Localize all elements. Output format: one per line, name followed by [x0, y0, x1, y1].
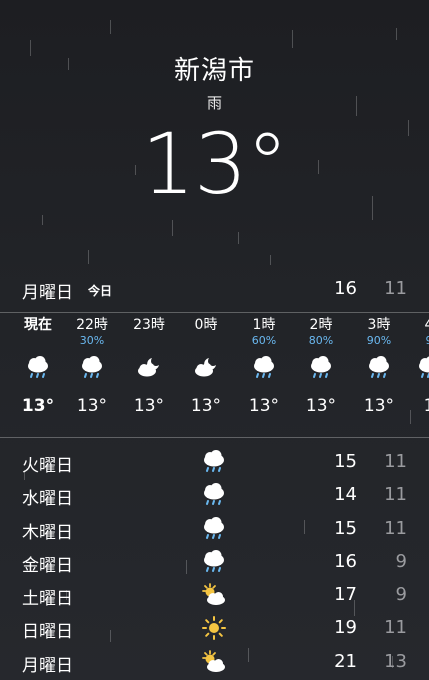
daily-forecast-list: 火曜日 15 11 水曜日 14 11 木曜日 15 11 金曜日 16 9 土…: [0, 446, 429, 679]
current-temperature: 13°: [141, 115, 289, 213]
weather-condition: 雨: [206, 94, 222, 112]
hour-precip: [12, 334, 64, 348]
daily-low: 9: [395, 584, 407, 606]
hour-temp: 13°: [21, 396, 55, 416]
hour-label: 23時: [133, 317, 165, 333]
daily-high: 21: [334, 650, 357, 672]
daily-day: 水曜日: [22, 489, 73, 510]
hourly-item-0: 0時 13°: [180, 316, 232, 416]
hour-label: 0時: [194, 317, 218, 333]
hour-temp: 13°: [133, 396, 165, 416]
hour-temp: 1: [423, 396, 429, 416]
hour-temp: 13°: [190, 396, 222, 416]
hour-temp: 13°: [248, 396, 280, 416]
hour-temp: 13°: [363, 396, 395, 416]
hour-precip: [123, 334, 175, 348]
partly-sunny-icon: [200, 648, 228, 676]
daily-day: 金曜日: [22, 555, 73, 576]
daily-row-wednesday: 水曜日 14 11: [0, 479, 429, 512]
hourly-item-2: 2時 80% 13°: [295, 316, 347, 416]
daily-high: 15: [334, 517, 357, 539]
daily-high: 14: [334, 484, 357, 506]
location-header: 新潟市 雨 13°: [0, 50, 429, 211]
today-day: 月曜日: [22, 283, 73, 303]
hourly-item-3: 3時 90% 13°: [353, 316, 405, 416]
daily-row-tuesday: 火曜日 15 11: [0, 446, 429, 479]
today-tag: 今日: [88, 284, 113, 298]
daily-row-thursday: 木曜日 15 11: [0, 513, 429, 546]
hour-label: 2時: [309, 317, 333, 333]
sun-icon: [200, 614, 228, 642]
hour-label: 3時: [367, 317, 391, 333]
hour-precip: 80%: [308, 334, 334, 347]
hour-label: 現在: [24, 317, 52, 333]
daily-day: 月曜日: [22, 655, 73, 676]
rain-cloud-icon: [238, 348, 290, 388]
daily-low: 11: [384, 484, 407, 506]
rain-cloud-icon: [200, 481, 228, 509]
daily-high: 17: [334, 584, 357, 606]
hour-label: 4: [424, 317, 429, 333]
daily-row-friday: 金曜日 16 9: [0, 546, 429, 579]
daily-day: 日曜日: [22, 622, 73, 643]
rain-cloud-icon: [12, 348, 64, 388]
daily-row-saturday: 土曜日 17 9: [0, 579, 429, 612]
daily-low: 9: [395, 550, 407, 572]
hourly-item-now: 現在 13°: [12, 316, 64, 416]
city-name: 新潟市: [173, 56, 255, 86]
hour-precip: 9: [403, 334, 429, 348]
cloudy-night-icon: [123, 348, 175, 388]
rain-cloud-icon: [66, 348, 118, 388]
hour-temp: 13°: [76, 396, 108, 416]
rain-cloud-icon: [200, 448, 228, 476]
cloudy-night-icon: [180, 348, 232, 388]
hour-temp: 13°: [305, 396, 337, 416]
hourly-item-1: 1時 60% 13°: [238, 316, 290, 416]
hour-precip: 90%: [366, 334, 392, 347]
rain-cloud-icon: [200, 515, 228, 543]
today-summary-row: 月曜日 今日 16 11: [0, 272, 429, 306]
daily-low: 11: [384, 517, 407, 539]
hour-precip: 30%: [79, 334, 105, 347]
divider-top: [0, 312, 429, 313]
today-high: 16: [334, 278, 357, 299]
rain-cloud-icon: [295, 348, 347, 388]
daily-day: 土曜日: [22, 589, 73, 610]
daily-low: 11: [384, 617, 407, 639]
rain-cloud-icon: [353, 348, 405, 388]
hour-label: 22時: [76, 317, 108, 333]
daily-day: 木曜日: [22, 522, 73, 543]
hourly-item-23: 23時 13°: [123, 316, 175, 416]
hourly-item-4-partial: 4 9 1: [403, 316, 429, 416]
divider-bottom: [0, 437, 429, 438]
hour-precip: [180, 334, 232, 348]
daily-high: 19: [334, 617, 357, 639]
daily-row-sunday: 日曜日 19 11: [0, 612, 429, 645]
hourly-item-22: 22時 30% 13°: [66, 316, 118, 416]
daily-day: 火曜日: [22, 456, 73, 476]
daily-row-monday: 月曜日 21 13: [0, 646, 429, 679]
rain-cloud-icon: [403, 348, 429, 388]
daily-low: 11: [384, 451, 407, 472]
daily-high: 15: [334, 451, 357, 472]
partly-sunny-icon: [200, 581, 228, 609]
today-low: 11: [384, 278, 407, 299]
hour-precip: 60%: [251, 334, 277, 347]
hour-label: 1時: [252, 317, 276, 333]
hourly-forecast-strip[interactable]: 現在 13° 22時 30% 13° 23時 13° 0時 13° 1時 60%: [0, 316, 429, 434]
rain-cloud-icon: [200, 548, 228, 576]
daily-high: 16: [334, 550, 357, 572]
daily-low: 13: [384, 650, 407, 672]
